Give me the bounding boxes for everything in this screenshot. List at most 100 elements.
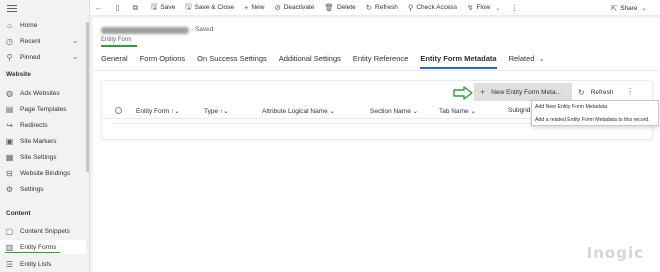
more-vertical-icon[interactable]: ⋮ <box>626 87 634 96</box>
column-header-tab-name[interactable]: Tab Name ⌄ <box>439 107 476 115</box>
select-all-radio[interactable] <box>115 107 122 114</box>
tab-general[interactable]: General <box>101 52 128 66</box>
sidebar-scrollbar[interactable] <box>86 4 89 268</box>
new-button-tooltip: Add New Entity Form Metadata Add a relat… <box>531 100 659 126</box>
command-bar: ← ▯ ⧉ 🖫 Save 🖫 Save & Close + New ⊘ Deactiva… <box>90 0 660 16</box>
chevron-down-icon: ⌄ <box>412 108 419 115</box>
plus-icon: + <box>480 87 486 97</box>
save-close-label: Save & Close <box>194 4 234 11</box>
sidebar-item-page-templates[interactable]: ▤ Page Templates <box>0 102 86 116</box>
sidebar-item-content-snippets[interactable]: ▢ Content Snippets <box>0 224 86 238</box>
sidebar-item-site-markers[interactable]: ▣ Site Markers <box>0 134 86 148</box>
delete-button[interactable]: 🗑 Delete <box>319 0 360 16</box>
share-button[interactable]: ⇱ Share ⌄ <box>606 0 652 16</box>
column-header-attribute-logical-name[interactable]: Attribute Logical Name ⌄ <box>262 107 335 115</box>
sidebar-item-pinned[interactable]: ⚲ Pinned ⌄ <box>0 50 86 64</box>
chevron-down-icon[interactable]: ⌄ <box>72 53 78 61</box>
refresh-icon: ↻ <box>365 3 373 12</box>
sidebar-item-entity-lists[interactable]: ☰ Entity Lists <box>0 257 86 271</box>
plus-icon: + <box>244 3 249 12</box>
sidebar-item-label: Site Settings <box>20 153 57 161</box>
sidebar-item-label: Redirects <box>20 121 48 129</box>
chevron-down-icon: ⌄ <box>470 108 476 115</box>
column-header-entity-form[interactable]: Entity Form ↑⌄ <box>136 107 180 115</box>
new-window-button[interactable]: ⧉ <box>128 0 146 16</box>
tab-entity-reference[interactable]: Entity Reference <box>353 52 408 66</box>
home-icon: ⌂ <box>7 20 12 30</box>
save-icon: 🖫 <box>151 2 158 11</box>
deactivate-icon: ⊘ <box>274 3 281 12</box>
back-button[interactable]: ← <box>90 0 111 16</box>
sidebar-item-adx-websites[interactable]: ◍ Adx Websites <box>0 86 86 100</box>
pin-icon: ⚲ <box>6 52 13 62</box>
column-header-subgrid[interactable]: Subgrid <box>508 107 530 114</box>
link-icon: ⊟ <box>6 168 13 178</box>
new-button[interactable]: + New <box>239 0 269 16</box>
tab-related-label: Related <box>508 54 535 63</box>
sidebar-item-label: Settings <box>20 185 44 193</box>
sidebar-item-label: Entity Forms <box>20 243 57 251</box>
chevron-down-icon: ⌄ <box>538 54 545 63</box>
sidebar-item-site-settings[interactable]: ▦ Site Settings <box>0 150 86 164</box>
inogic-watermark-logo: Inogic <box>586 244 644 262</box>
sidebar-item-home[interactable]: ⌂ Home <box>0 18 86 32</box>
page-icon: ▤ <box>5 104 14 114</box>
globe-icon: ◍ <box>6 88 13 98</box>
new-entity-form-metadata-button[interactable]: + New Entity Form Meta... <box>474 83 572 101</box>
tooltip-title: Add New Entity Form Metadata <box>535 104 608 110</box>
sidebar-item-settings[interactable]: ⚙ Settings <box>0 182 86 196</box>
more-commands-button[interactable]: ⋮ <box>506 0 527 16</box>
column-header-type[interactable]: Type ↑⌄ <box>204 107 229 115</box>
sitemap-sidebar: ⌂ Home ◷ Recent ⌄ ⚲ Pinned ⌄ Website ◍ A… <box>0 0 90 272</box>
sidebar-section-content: Content <box>6 210 31 217</box>
save-status: - Saved <box>191 26 214 33</box>
deactivate-button[interactable]: ⊘ Deactivate <box>269 0 319 16</box>
gear-icon: ⚙ <box>5 184 14 194</box>
save-close-button[interactable]: 🖫 Save & Close <box>180 0 239 16</box>
settings-page-icon: ▦ <box>5 152 14 162</box>
form-view-button[interactable]: ▯ <box>111 0 128 16</box>
sidebar-item-website-bindings[interactable]: ⊟ Website Bindings <box>0 166 86 180</box>
check-access-button[interactable]: ⚲ Check Access <box>403 0 462 16</box>
flow-button[interactable]: ↯ Flow ⌄ <box>462 0 505 16</box>
tab-related[interactable]: Related ⌄ <box>509 52 545 66</box>
sidebar-item-label: Site Markers <box>20 137 57 145</box>
tab-entity-form-metadata[interactable]: Entity Form Metadata <box>420 52 497 69</box>
refresh-button[interactable]: ↻ Refresh <box>361 0 403 16</box>
save-label: Save <box>160 4 176 11</box>
deactivate-label: Deactivate <box>283 4 315 11</box>
search-icon: ⚲ <box>407 3 414 12</box>
sidebar-item-recent[interactable]: ◷ Recent ⌄ <box>0 34 86 48</box>
flow-icon: ↯ <box>467 3 474 12</box>
redirect-icon: ↪ <box>6 120 13 130</box>
share-label: Share <box>620 4 638 12</box>
share-icon: ⇱ <box>610 3 618 13</box>
subgrid-refresh-button[interactable]: ↻ Refresh <box>578 83 613 101</box>
sidebar-item-label: Recent <box>20 37 41 45</box>
sidebar-item-redirects[interactable]: ↪ Redirects <box>0 118 86 132</box>
save-button[interactable]: 🖫 Save <box>146 0 180 16</box>
trash-icon: 🗑 <box>324 3 334 12</box>
more-vertical-icon: ⋮ <box>510 3 519 12</box>
refresh-label: Refresh <box>375 4 398 11</box>
new-window-icon: ⧉ <box>132 2 138 12</box>
hamburger-menu-icon[interactable] <box>7 3 17 13</box>
sidebar-item-entity-forms[interactable]: ▥ Entity Forms <box>0 240 86 254</box>
chevron-down-icon[interactable]: ⌄ <box>72 37 78 45</box>
tab-form-options[interactable]: Form Options <box>140 52 185 66</box>
new-entity-form-metadata-label: New Entity Form Meta... <box>491 88 561 96</box>
tab-on-success-settings[interactable]: On Success Settings <box>197 52 267 66</box>
column-label: Attribute Logical Name <box>262 108 328 115</box>
flow-label: Flow <box>476 4 491 11</box>
sort-ascending-icon: ↑⌄ <box>171 108 180 115</box>
back-arrow-icon: ← <box>95 3 103 12</box>
tooltip-description: Add a related Entity Form Metadata to th… <box>535 117 650 123</box>
clock-icon: ◷ <box>6 36 13 46</box>
chevron-down-icon: ⌄ <box>495 4 501 12</box>
column-header-section-name[interactable]: Section Name ⌄ <box>370 107 418 115</box>
sidebar-item-label: Adx Websites <box>20 89 60 97</box>
sidebar-item-label: Entity Lists <box>20 260 52 268</box>
column-label: Section Name <box>370 108 411 115</box>
snippet-icon: ▢ <box>5 226 14 236</box>
tab-additional-settings[interactable]: Additional Settings <box>279 52 341 66</box>
